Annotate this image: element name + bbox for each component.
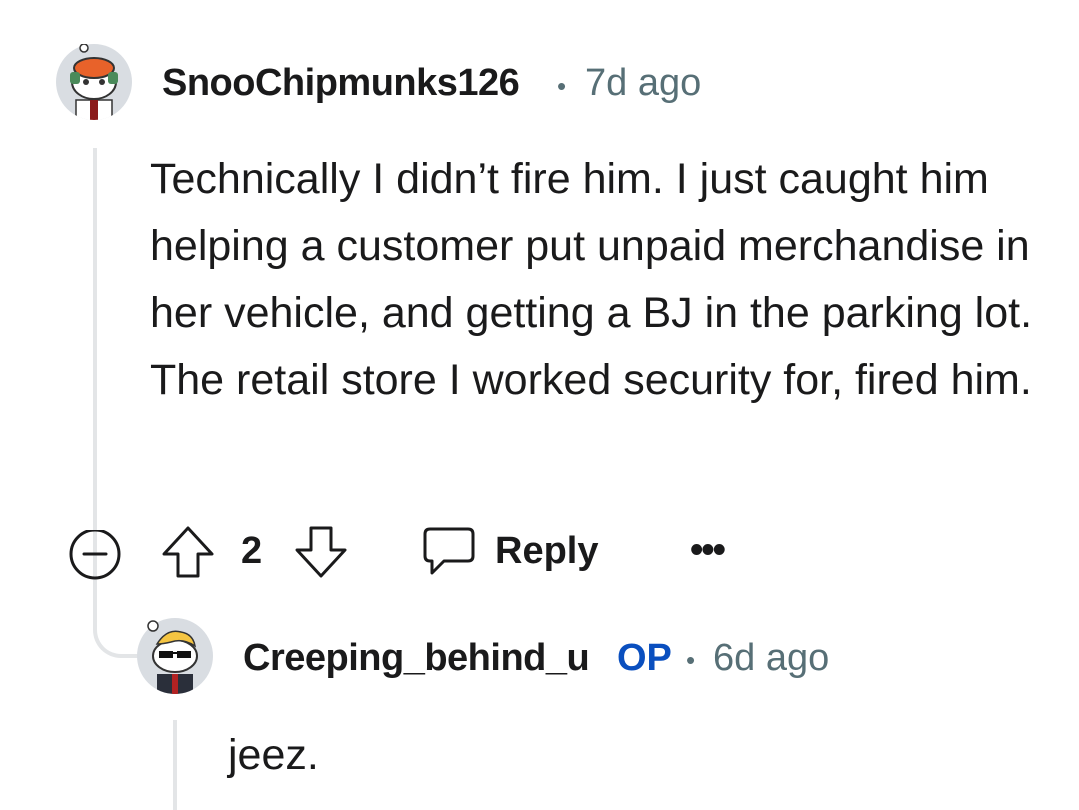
arrow-down-icon <box>295 526 347 578</box>
upvote-button[interactable] <box>160 524 216 580</box>
arrow-up-icon <box>162 526 214 578</box>
collapse-thread-button[interactable] <box>67 530 123 586</box>
meta-separator: • <box>557 71 567 101</box>
reply-label[interactable]: Reply <box>495 530 598 573</box>
reply-thread-line[interactable] <box>173 720 177 810</box>
comment-bubble-icon <box>423 527 475 575</box>
comment-body: Technically I didn’t fire him. I just ca… <box>150 155 1033 404</box>
meta-separator: • <box>686 645 696 675</box>
avatar[interactable] <box>56 43 132 120</box>
avatar[interactable] <box>137 618 213 694</box>
thread-connector <box>93 586 143 658</box>
reply-author[interactable]: Creeping_behind_u <box>243 637 590 680</box>
comment-timestamp[interactable]: 7d ago <box>585 62 701 105</box>
snoo-avatar-sunglasses-icon <box>137 618 213 694</box>
reply-button[interactable] <box>422 526 476 576</box>
reply-timestamp[interactable]: 6d ago <box>713 637 829 680</box>
collapse-icon <box>69 530 121 580</box>
more-options-button[interactable]: ••• <box>690 531 726 569</box>
op-badge: OP <box>617 637 672 679</box>
downvote-button[interactable] <box>293 524 349 580</box>
vote-score: 2 <box>241 530 263 572</box>
snoo-avatar-icon <box>56 43 132 120</box>
comment-author[interactable]: SnooChipmunks126 <box>162 62 520 105</box>
reply-body: jeez. <box>228 731 319 779</box>
